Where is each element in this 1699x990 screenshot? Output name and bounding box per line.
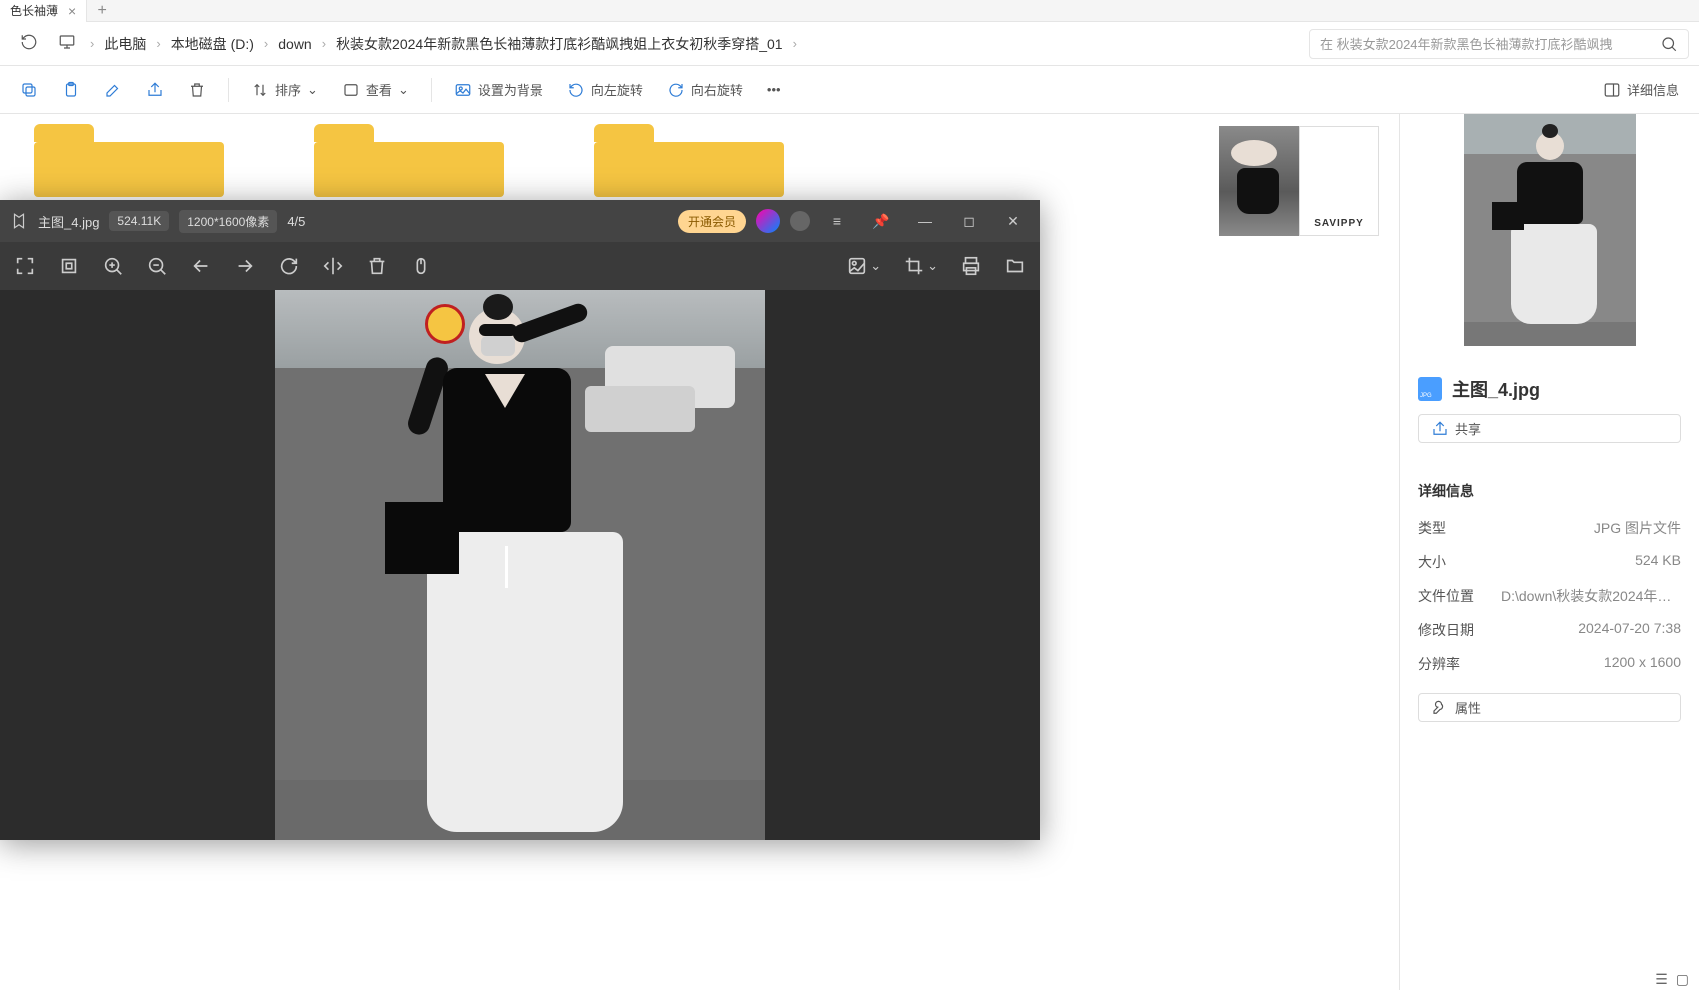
print-button[interactable] xyxy=(960,255,982,277)
minimize-button[interactable]: — xyxy=(908,213,942,229)
monitor-icon[interactable] xyxy=(48,33,86,54)
app-icon xyxy=(10,212,28,230)
viewer-image-area[interactable] xyxy=(0,290,1040,840)
flip-button[interactable] xyxy=(322,255,344,277)
chevron-down-icon: ⌄ xyxy=(307,82,318,98)
chevron-right-icon: › xyxy=(86,36,98,51)
list-view-icon[interactable]: ☰ xyxy=(1655,971,1668,988)
search-input[interactable]: 在 秋装女款2024年新款黑色长袖薄款打底衫酷飒拽 xyxy=(1309,29,1689,59)
viewer-dimensions: 1200*1600像素 xyxy=(179,210,277,233)
copy-button[interactable] xyxy=(10,75,48,105)
prop-type: 类型JPG 图片文件 xyxy=(1418,511,1681,545)
share-button[interactable]: 共享 xyxy=(1418,414,1681,443)
viewer-position: 4/5 xyxy=(287,214,305,229)
rename-button[interactable] xyxy=(94,75,132,105)
sort-button[interactable]: 排序⌄ xyxy=(241,74,328,105)
chevron-down-icon: ⌄ xyxy=(398,82,409,98)
zoom-in-button[interactable] xyxy=(102,255,124,277)
prop-resolution: 分辨率1200 x 1600 xyxy=(1418,647,1681,681)
search-icon xyxy=(1660,35,1678,53)
share-button[interactable] xyxy=(136,75,174,105)
fit-button[interactable] xyxy=(58,255,80,277)
next-button[interactable] xyxy=(234,255,256,277)
prop-size: 大小524 KB xyxy=(1418,545,1681,579)
details-section-title: 详细信息 xyxy=(1418,481,1681,501)
status-bar: ☰ ▢ xyxy=(1645,968,1699,990)
divider xyxy=(228,78,229,102)
set-wallpaper-button[interactable]: 设置为背景 xyxy=(444,74,553,105)
prop-date: 修改日期2024-07-20 7:38 xyxy=(1418,613,1681,647)
panel-filename: 主图_4.jpg xyxy=(1452,376,1540,402)
brand-label: SAVIPPY xyxy=(1299,126,1379,236)
address-bar: › 此电脑 › 本地磁盘 (D:) › down › 秋装女款2024年新款黑色… xyxy=(0,22,1699,66)
new-tab-button[interactable]: + xyxy=(87,2,117,20)
image-viewer-window: 主图_4.jpg 524.11K 1200*1600像素 4/5 开通会员 ≡ … xyxy=(0,200,1040,840)
image-thumbnail[interactable]: SAVIPPY xyxy=(1219,126,1379,236)
details-panel: 主图_4.jpg 共享 详细信息 类型JPG 图片文件 大小524 KB 文件位… xyxy=(1399,114,1699,990)
delete-button[interactable] xyxy=(366,255,388,277)
maximize-button[interactable]: ◻ xyxy=(952,213,986,230)
jpg-icon xyxy=(1418,377,1442,401)
viewer-titlebar[interactable]: 主图_4.jpg 524.11K 1200*1600像素 4/5 开通会员 ≡ … xyxy=(0,200,1040,242)
search-placeholder: 在 秋装女款2024年新款黑色长袖薄款打底衫酷飒拽 xyxy=(1320,34,1660,53)
preview-thumbnail xyxy=(1464,114,1636,346)
details-toggle-button[interactable]: 详细信息 xyxy=(1593,74,1689,105)
toolbar: 排序⌄ 查看⌄ 设置为背景 向左旋转 向右旋转 ••• 详细信息 xyxy=(0,66,1699,114)
menu-icon[interactable]: ≡ xyxy=(820,213,854,229)
delete-button[interactable] xyxy=(178,75,216,105)
zoom-out-button[interactable] xyxy=(146,255,168,277)
tab-close-button[interactable]: × xyxy=(68,3,76,19)
viewer-filesize: 524.11K xyxy=(109,211,169,231)
grid-view-icon[interactable]: ▢ xyxy=(1676,971,1689,988)
rotate-button[interactable] xyxy=(278,255,300,277)
chevron-right-icon: › xyxy=(789,36,801,51)
image-tools-button[interactable]: ⌄ xyxy=(846,255,881,277)
panel-filename-row: 主图_4.jpg xyxy=(1418,376,1681,402)
status-dot xyxy=(790,211,810,231)
more-button[interactable]: ••• xyxy=(757,76,791,103)
folder-button[interactable] xyxy=(1004,255,1026,277)
tab-title: 色长袖薄 xyxy=(10,2,58,19)
user-avatar[interactable] xyxy=(756,209,780,233)
fullscreen-button[interactable] xyxy=(14,255,36,277)
prop-location: 文件位置D:\down\秋装女款2024年新... xyxy=(1418,579,1681,613)
viewer-filename: 主图_4.jpg xyxy=(38,212,99,231)
breadcrumb-item[interactable]: 本地磁盘 (D:) xyxy=(165,34,260,54)
close-button[interactable]: ✕ xyxy=(996,213,1030,230)
prev-button[interactable] xyxy=(190,255,212,277)
rotate-left-button[interactable]: 向左旋转 xyxy=(557,74,653,105)
pin-icon[interactable]: 📌 xyxy=(864,213,898,230)
viewer-toolbar: ⌄ ⌄ xyxy=(0,242,1040,290)
chevron-right-icon: › xyxy=(260,36,272,51)
paste-button[interactable] xyxy=(52,75,90,105)
view-button[interactable]: 查看⌄ xyxy=(332,74,419,105)
crop-button[interactable]: ⌄ xyxy=(903,255,938,277)
chevron-right-icon: › xyxy=(152,36,164,51)
properties-button[interactable]: 属性 xyxy=(1418,693,1681,722)
breadcrumb-item[interactable]: 秋装女款2024年新款黑色长袖薄款打底衫酷飒拽姐上衣女初秋季穿搭_01 xyxy=(330,34,789,54)
chevron-right-icon: › xyxy=(318,36,330,51)
refresh-icon[interactable] xyxy=(10,33,48,54)
divider xyxy=(431,78,432,102)
rotate-right-button[interactable]: 向右旋转 xyxy=(657,74,753,105)
vip-button[interactable]: 开通会员 xyxy=(678,210,746,233)
tab-bar: 色长袖薄 × + xyxy=(0,0,1699,22)
displayed-image xyxy=(275,290,765,840)
browser-tab[interactable]: 色长袖薄 × xyxy=(0,0,87,22)
mouse-button[interactable] xyxy=(410,255,432,277)
more-icon: ••• xyxy=(767,82,781,97)
breadcrumb-item[interactable]: down xyxy=(272,36,317,52)
breadcrumb-item[interactable]: 此电脑 xyxy=(98,34,152,54)
